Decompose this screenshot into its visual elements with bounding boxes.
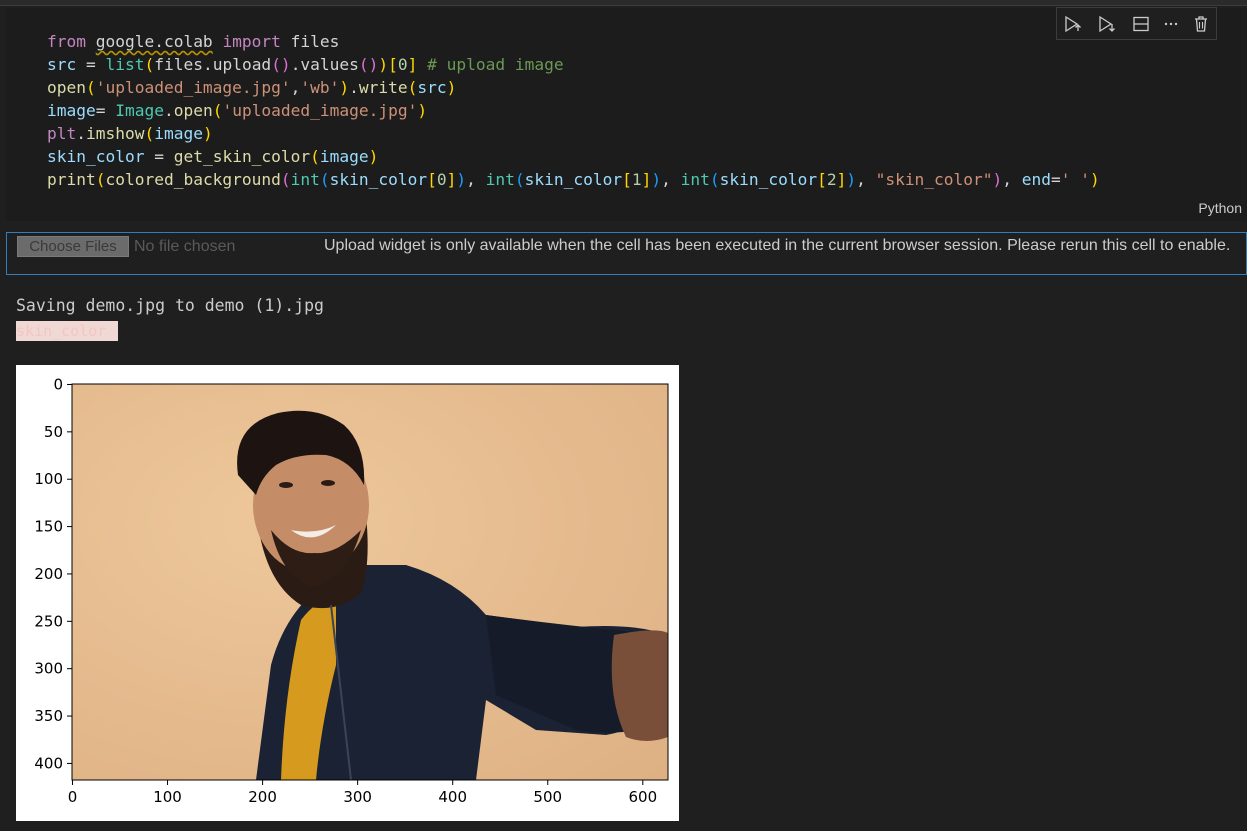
cell-language-label[interactable]: Python	[1198, 200, 1242, 216]
run-above-icon[interactable]	[1062, 14, 1084, 34]
x-tick-label: 600	[628, 788, 657, 806]
y-tick-label: 300	[34, 660, 63, 678]
x-tick-label: 200	[248, 788, 277, 806]
code-line: src = list(files.upload().values())[0] #…	[47, 55, 564, 74]
more-icon[interactable]	[1160, 14, 1182, 34]
run-below-icon[interactable]	[1096, 14, 1118, 34]
x-tick-label: 300	[343, 788, 372, 806]
choose-files-button[interactable]: Choose Files	[17, 236, 129, 257]
editor-divider	[0, 5, 1247, 6]
code-line: from google.colab import files	[47, 32, 340, 51]
code-line: skin_color = get_skin_color(image)	[47, 147, 379, 166]
x-tick-label: 0	[68, 788, 78, 806]
code-line: plt.imshow(image)	[47, 124, 213, 143]
file-status: No file chosen	[134, 238, 236, 255]
code-line: image= Image.open('uploaded_image.jpg')	[47, 101, 428, 120]
code-editor[interactable]: from google.colab import files src = list…	[47, 30, 1100, 191]
skin-color-swatch: skin_color	[16, 321, 118, 341]
code-line: print(colored_background(int(skin_color[…	[47, 170, 1100, 189]
y-tick-label: 200	[34, 565, 63, 583]
x-axis-ticks: 0 100 200 300 400 500 600	[68, 780, 657, 806]
x-tick-label: 100	[153, 788, 182, 806]
x-tick-label: 400	[438, 788, 467, 806]
y-axis-ticks: 0 50 100 150 200 250 300 350 400	[34, 375, 72, 772]
y-tick-label: 150	[34, 518, 63, 536]
delete-icon[interactable]	[1190, 14, 1212, 34]
y-tick-label: 100	[34, 470, 63, 488]
y-tick-label: 250	[34, 612, 63, 630]
y-tick-label: 400	[34, 754, 63, 772]
y-tick-label: 50	[44, 423, 63, 441]
cell-toolbar	[1056, 7, 1217, 40]
split-cell-icon[interactable]	[1130, 14, 1152, 34]
output-saving-text: Saving demo.jpg to demo (1).jpg	[16, 296, 324, 315]
y-tick-label: 350	[34, 707, 63, 725]
upload-widget: Upload widget is only available when the…	[6, 232, 1247, 275]
photo-image	[72, 384, 668, 780]
code-line: open('uploaded_image.jpg','wb').write(sr…	[47, 78, 457, 97]
y-tick-label: 0	[53, 375, 63, 393]
x-tick-label: 500	[533, 788, 562, 806]
imshow-plot: 0 100 200 300 400 500 600 0 50 100 150 200 250 300 35…	[16, 365, 679, 821]
